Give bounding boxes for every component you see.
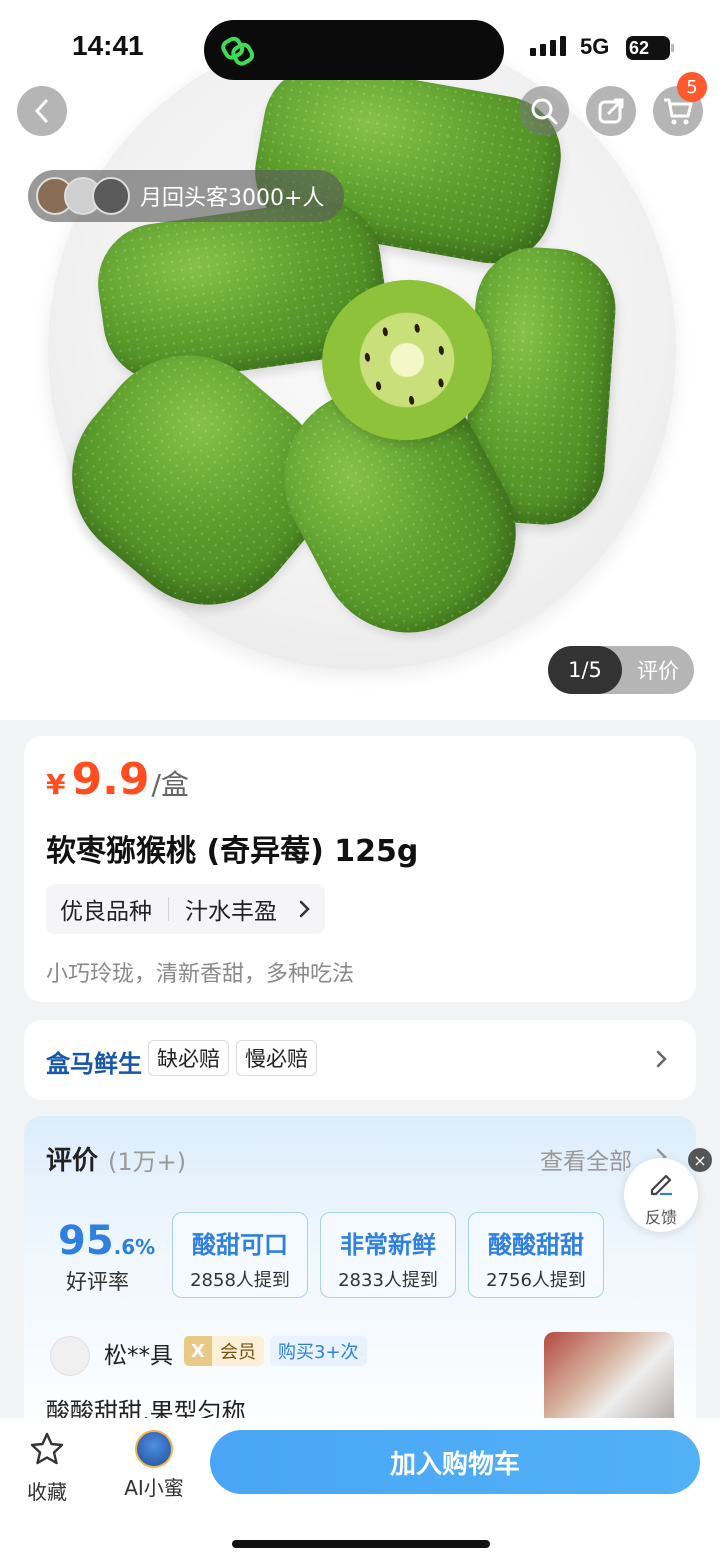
- search-icon: [531, 98, 558, 125]
- see-all-reviews-link[interactable]: 查看全部: [540, 1142, 632, 1176]
- share-button[interactable]: [586, 86, 636, 136]
- service-badge: 慢必赔: [236, 1040, 317, 1076]
- star-icon: [30, 1432, 64, 1465]
- signal-icon: [530, 36, 566, 56]
- product-detail-page: 月回头客3000+人 1/5 评价 14:41 5G 62 5 ¥ 9.9 /盒…: [0, 0, 720, 1560]
- feedback-label: 反馈: [644, 1208, 677, 1227]
- rebuy-badge: 月回头客3000+人: [28, 170, 345, 222]
- product-title: 软枣猕猴桃 (奇异莓) 125g: [46, 834, 419, 869]
- price-value: 9.9: [71, 754, 150, 805]
- positive-rate-label: 好评率: [66, 1270, 129, 1294]
- chevron-right-icon: [299, 900, 310, 918]
- bottom-action-bar: 收藏 AI小蜜 加入购物车: [0, 1418, 720, 1560]
- add-to-cart-button[interactable]: 加入购物车: [210, 1430, 700, 1494]
- review-keyword: 酸甜可口: [192, 1231, 288, 1259]
- cart-count-badge: 5: [677, 72, 707, 102]
- pencil-icon: [650, 1174, 672, 1196]
- ai-label: AI小蜜: [124, 1476, 184, 1500]
- home-indicator: [232, 1540, 490, 1548]
- favorite-label: 收藏: [27, 1480, 67, 1504]
- product-subtitle: 小巧玲珑，清新香甜，多种吃法: [46, 962, 355, 987]
- review-keyword-count: 2858人提到: [190, 1270, 290, 1291]
- reviewer-avatar: [50, 1336, 90, 1376]
- positive-rate: 95.6%: [58, 1218, 155, 1264]
- feedback-button[interactable]: 反馈: [624, 1158, 698, 1232]
- service-card[interactable]: 盒马鲜生 缺必赔 慢必赔: [24, 1020, 696, 1100]
- review-keyword: 酸酸甜甜: [488, 1231, 584, 1259]
- rate-main: 95: [58, 1218, 114, 1264]
- purchase-count-badge: 购买3+次: [270, 1336, 367, 1366]
- review-photo[interactable]: [544, 1332, 674, 1432]
- favorite-button[interactable]: 收藏: [12, 1430, 82, 1505]
- review-keyword-count: 2756人提到: [486, 1270, 586, 1291]
- member-label: 会员: [220, 1342, 256, 1363]
- avatar: [92, 177, 130, 215]
- currency-symbol: ¥: [46, 768, 66, 801]
- member-badge: X 会员: [184, 1336, 264, 1366]
- battery-icon: 62: [626, 36, 674, 60]
- tag-item: 汁水丰盈: [185, 899, 277, 925]
- image-index: 1/5: [548, 646, 622, 694]
- member-icon: X: [184, 1336, 212, 1366]
- chevron-left-icon: [34, 99, 48, 123]
- network-type: 5G: [580, 34, 610, 59]
- review-keyword-tag[interactable]: 酸甜可口 2858人提到: [172, 1212, 308, 1298]
- product-info-card: ¥ 9.9 /盒 软枣猕猴桃 (奇异莓) 125g 优良品种 汁水丰盈 小巧玲珑…: [24, 736, 696, 1002]
- chevron-right-icon: [656, 1050, 667, 1068]
- reviews-count: (1万+): [108, 1148, 187, 1176]
- price: ¥ 9.9 /盒: [46, 754, 189, 805]
- price-unit: /盒: [151, 768, 189, 801]
- reviewer-name: 松**具: [104, 1343, 173, 1369]
- review-keyword-count: 2833人提到: [338, 1270, 438, 1291]
- reviews-title: 评价: [46, 1146, 99, 1176]
- product-tags[interactable]: 优良品种 汁水丰盈: [46, 884, 325, 934]
- search-button[interactable]: [519, 86, 569, 136]
- gallery-review-tab[interactable]: 评价: [622, 655, 694, 685]
- clock: 14:41: [72, 30, 144, 61]
- rate-decimal: .6%: [113, 1235, 156, 1259]
- dynamic-island: [204, 20, 504, 80]
- review-keyword-tag[interactable]: 酸酸甜甜 2756人提到: [468, 1212, 604, 1298]
- share-icon: [598, 98, 624, 124]
- rebuy-text: 月回头客3000+人: [140, 186, 325, 211]
- customer-avatars: [36, 177, 130, 215]
- status-bar: 14:41 5G 62: [0, 0, 720, 80]
- review-keyword: 非常新鲜: [340, 1231, 436, 1259]
- battery-level: 62: [629, 37, 650, 58]
- image-counter[interactable]: 1/5 评价: [548, 646, 694, 694]
- brand-name: 盒马鲜生: [46, 1050, 142, 1078]
- app-activity-icon: [221, 36, 255, 66]
- service-badge: 缺必赔: [148, 1040, 229, 1076]
- ai-avatar-icon: [135, 1430, 173, 1468]
- back-button[interactable]: [17, 86, 67, 136]
- ai-assistant-button[interactable]: AI小蜜: [116, 1430, 192, 1501]
- divider: [168, 897, 169, 921]
- review-keyword-tag[interactable]: 非常新鲜 2833人提到: [320, 1212, 456, 1298]
- tag-item: 优良品种: [60, 899, 152, 925]
- close-feedback-button[interactable]: ×: [688, 1148, 712, 1172]
- reviews-section: 评价 (1万+) 查看全部 95.6% 好评率 酸甜可口 2858人提到 非常新…: [24, 1116, 696, 1456]
